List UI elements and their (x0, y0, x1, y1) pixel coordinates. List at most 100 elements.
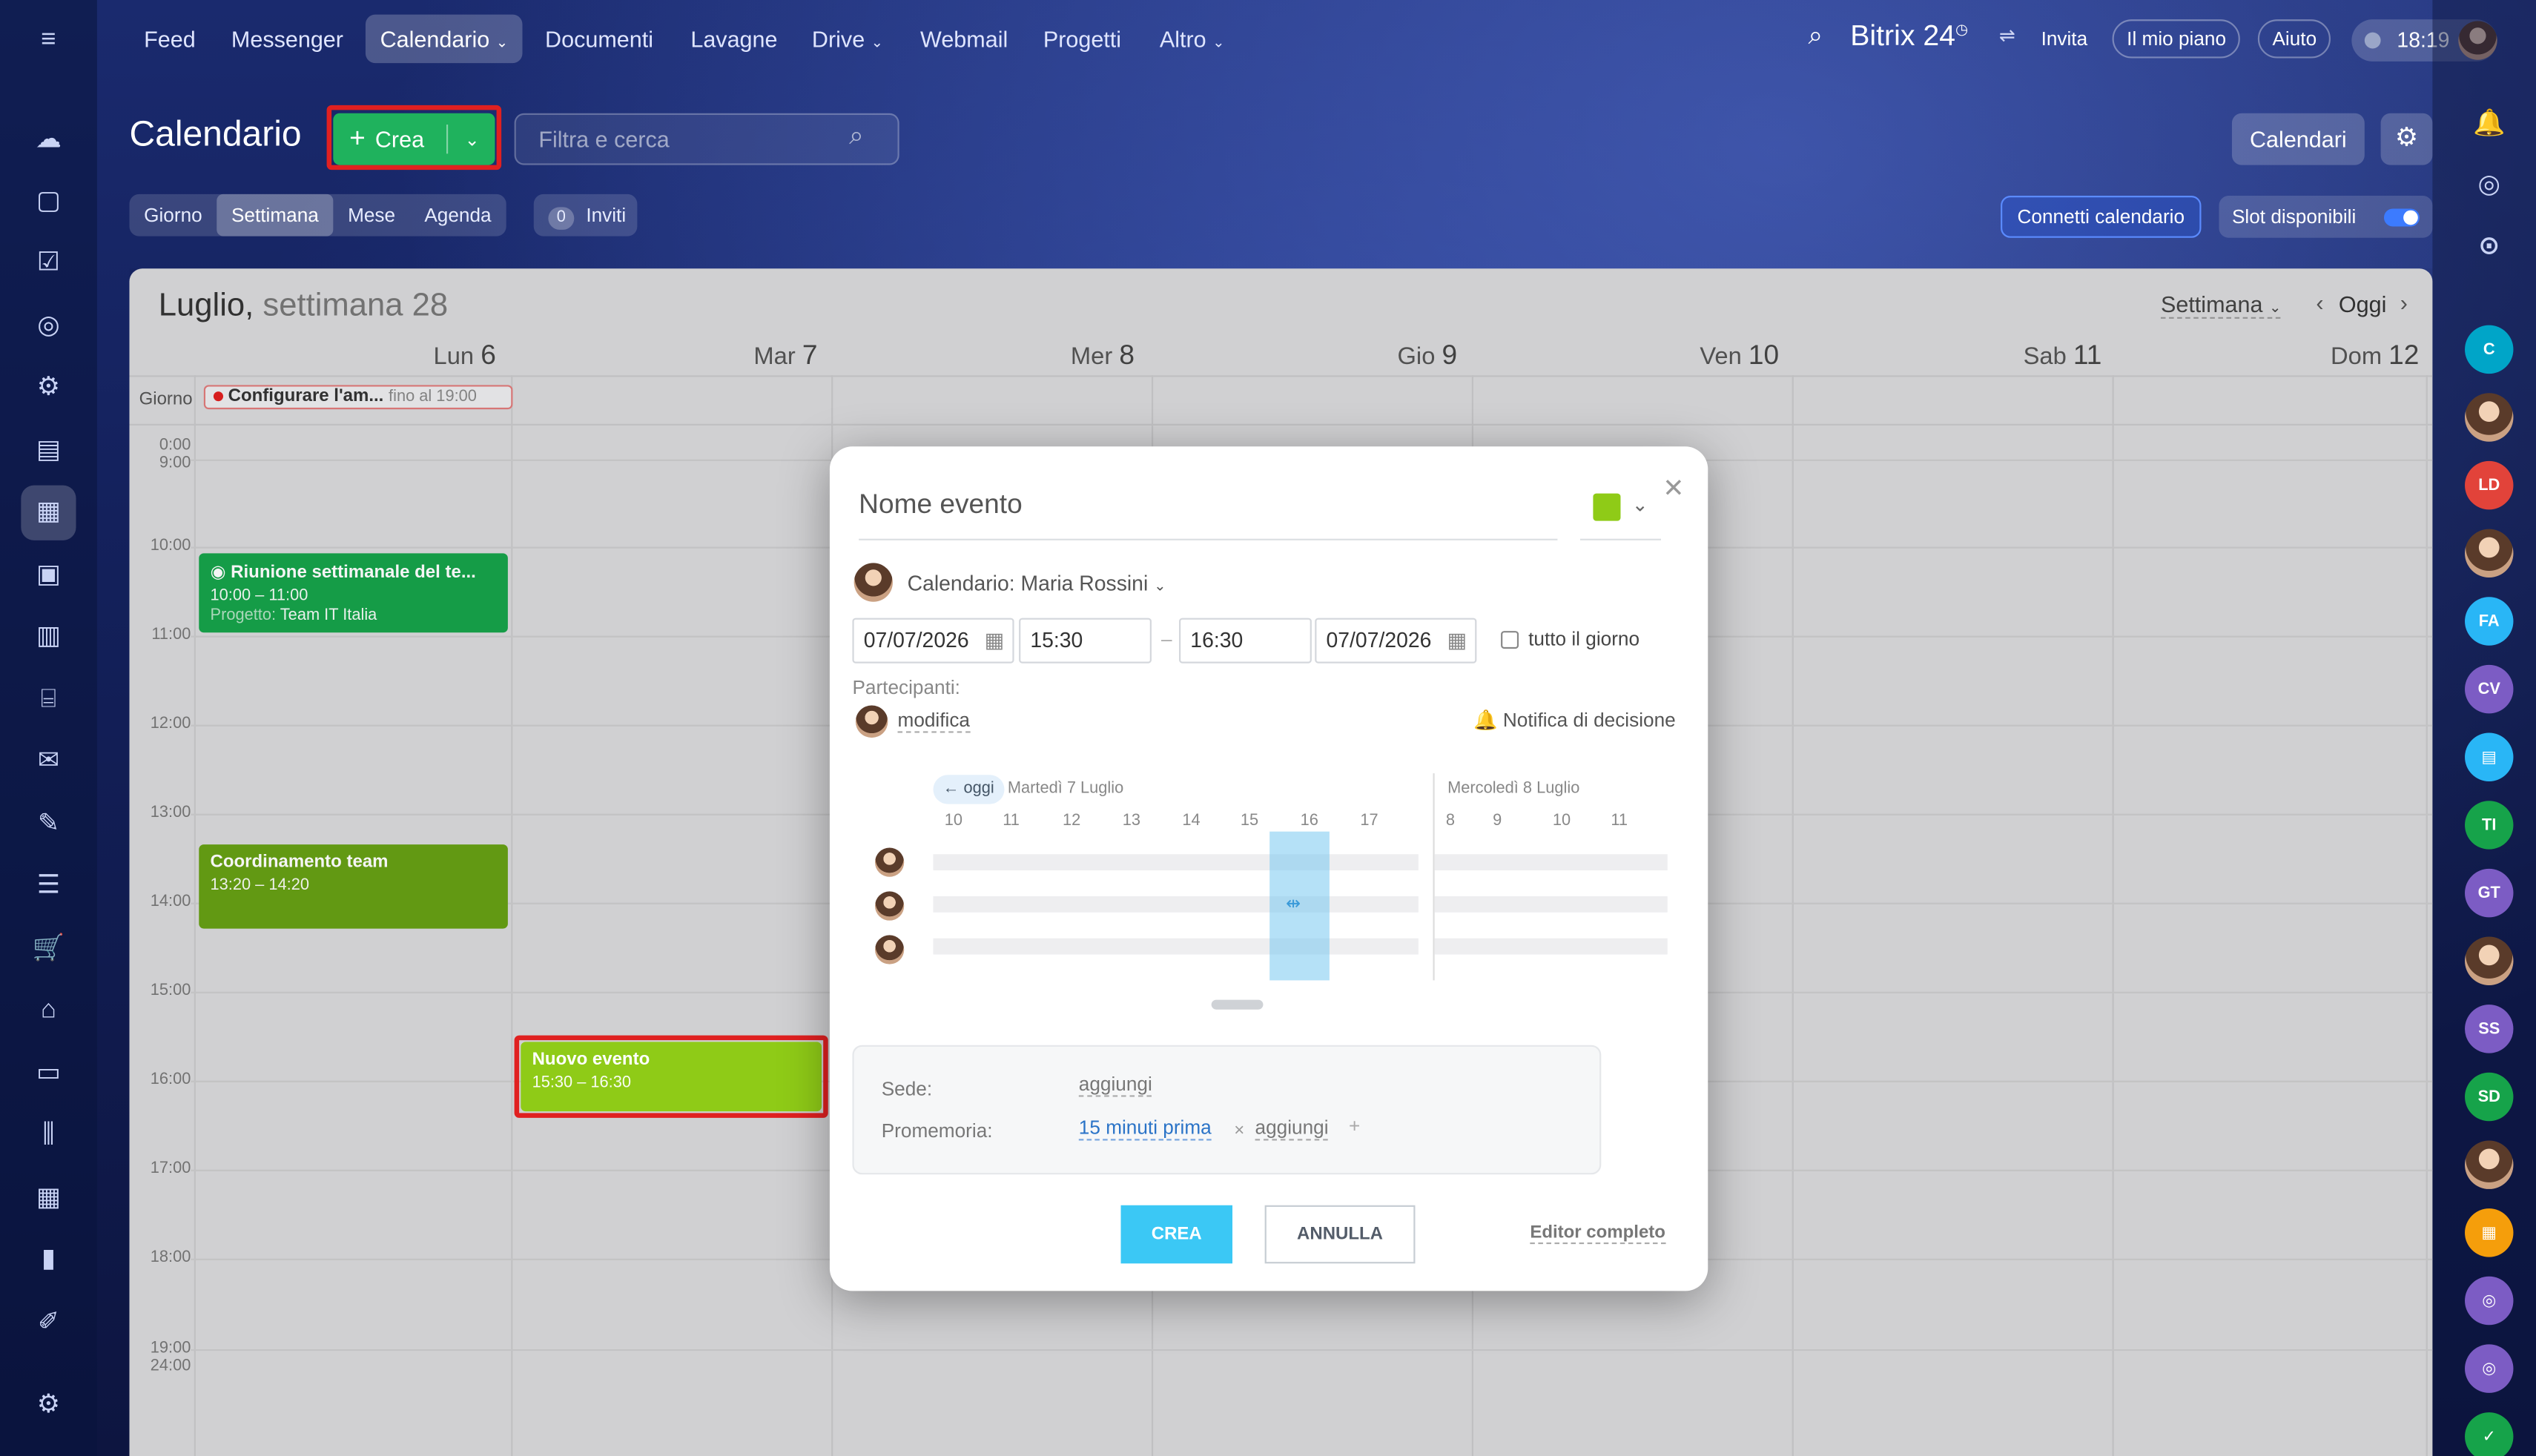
feed-icon[interactable]: ☁ (30, 123, 66, 159)
shop-icon[interactable]: 🛒 (30, 932, 66, 967)
scrollbar-handle[interactable] (1211, 999, 1264, 1010)
nav-calendario[interactable]: Calendario ⌄ (365, 14, 523, 64)
chat-check-icon[interactable]: ✓ (2465, 1412, 2514, 1456)
drag-handle-icon[interactable]: ⇹ (1286, 893, 1301, 914)
date-to-input[interactable]: 07/07/2026 ▦ (1315, 618, 1477, 664)
nav-altro[interactable]: Altro ⌄ (1145, 15, 1239, 63)
chat-fa[interactable]: FA (2465, 597, 2514, 646)
nav-drive[interactable]: Drive ⌄ (797, 15, 897, 63)
plus-icon[interactable]: + (1349, 1115, 1360, 1138)
contacts-icon[interactable]: ▭ (30, 1056, 66, 1092)
chat-avatar-1[interactable] (2465, 393, 2514, 442)
location-add-link[interactable]: aggiungi (1078, 1073, 1152, 1097)
nav-webmail[interactable]: Webmail (905, 15, 1022, 63)
chat-avatar-4[interactable] (2465, 1140, 2514, 1189)
nav-messenger[interactable]: Messenger (217, 15, 357, 63)
analytics-icon[interactable]: ▮ (30, 1242, 66, 1278)
page-title: Calendario (129, 113, 302, 154)
timeline-hour: 17 (1360, 812, 1378, 830)
tab-agenda[interactable]: Agenda (410, 194, 506, 236)
event-nuovo[interactable]: Nuovo evento 15:30 – 16:30 (521, 1042, 822, 1112)
connect-calendar-button[interactable]: Connetti calendario (2001, 196, 2202, 238)
mail-icon[interactable]: ✉ (30, 744, 66, 780)
create-button[interactable]: + Crea ⌄ (333, 113, 495, 165)
help-button[interactable]: Aiuto (2257, 19, 2331, 59)
all-day-checkbox[interactable] (1501, 631, 1519, 649)
schedule-icon[interactable]: ▦ (30, 1181, 66, 1217)
toggle-switch[interactable] (2383, 208, 2420, 227)
chat-avatar-2[interactable] (2465, 529, 2514, 578)
automation-icon[interactable]: ⚙ (30, 371, 66, 406)
tab-settimana[interactable]: Settimana (217, 193, 334, 236)
chat-sd[interactable]: SD (2465, 1072, 2514, 1122)
search-icon[interactable]: ⌕ (849, 123, 864, 152)
today-timeline-button[interactable]: ← oggi (933, 775, 1004, 804)
chat-group-icon[interactable]: ▤ (2465, 732, 2514, 782)
chat-ti[interactable]: TI (2465, 801, 2514, 850)
cancel-button[interactable]: ANNULLA (1264, 1205, 1416, 1264)
library-icon[interactable]: ⫼ (30, 1118, 66, 1154)
time-to-input[interactable]: 16:30 (1179, 618, 1312, 664)
calendars-button[interactable]: Calendari (2231, 113, 2365, 165)
tab-giorno[interactable]: Giorno (129, 194, 217, 236)
bell-icon[interactable]: 🔔 (2465, 99, 2513, 147)
nav-progetti[interactable]: Progetti (1028, 15, 1135, 63)
calendar-icon[interactable]: ▦ (985, 620, 1005, 662)
available-slots-toggle[interactable]: Slot disponibili (2219, 196, 2433, 238)
crm-icon[interactable]: ◎ (30, 309, 66, 345)
remove-reminder-icon[interactable]: × (1234, 1121, 1244, 1140)
filter-icon[interactable]: ☰ (30, 869, 66, 904)
chevron-down-icon[interactable]: ⌄ (465, 128, 480, 150)
chat-copilot2-icon[interactable]: ◎ (2465, 1344, 2514, 1393)
time-from-input[interactable]: 15:30 (1019, 618, 1152, 664)
boards-icon[interactable]: ▣ (30, 558, 66, 594)
date-from-input[interactable]: 07/07/2026 ▦ (852, 618, 1014, 664)
chat-copilot-icon[interactable]: ◎ (2465, 1276, 2514, 1326)
sign-icon[interactable]: ✎ (30, 807, 66, 843)
chat-cv[interactable]: CV (2465, 664, 2514, 714)
invite-link[interactable]: Invita (2031, 21, 2097, 56)
chat-ld[interactable]: LD (2465, 460, 2514, 510)
reminder-add-link[interactable]: aggiungi (1255, 1116, 1329, 1141)
calendar-icon[interactable]: ▦ (1447, 620, 1467, 662)
tab-mese[interactable]: Mese (333, 194, 409, 236)
calendar-icon[interactable]: ▦ (21, 485, 76, 540)
search-input[interactable]: Filtra e cerca (514, 113, 899, 165)
files-icon[interactable]: ▥ (30, 620, 66, 655)
brand-logo: Bitrix 24◷ (1850, 19, 1969, 52)
close-icon[interactable]: ✕ (1662, 472, 1684, 505)
reminder-value[interactable]: 15 minuti prima (1078, 1116, 1212, 1141)
menu-icon[interactable]: ≡ (30, 23, 66, 59)
full-editor-link[interactable]: Editor completo (1530, 1223, 1665, 1245)
event-name-input[interactable]: Nome evento (859, 489, 1558, 540)
chat-calendar-icon[interactable]: ▦ (2465, 1208, 2514, 1257)
color-swatch (1593, 493, 1621, 521)
notify-decision[interactable]: 🔔 Notifica di decisione (1473, 709, 1676, 732)
drive-icon[interactable]: ⌸ (30, 683, 66, 718)
gear-icon[interactable]: ⚙ (2380, 113, 2433, 165)
store-icon[interactable]: ⌂ (30, 993, 66, 1029)
chat-icon[interactable]: ▢ (30, 185, 66, 220)
documents-icon[interactable]: ▤ (30, 434, 66, 469)
invites-button[interactable]: 0 Inviti (533, 193, 638, 236)
timeline-hour: 11 (1003, 812, 1020, 830)
nav-documenti[interactable]: Documenti (530, 15, 667, 63)
nav-lavagne[interactable]: Lavagne (676, 15, 792, 63)
settings-icon[interactable]: ⚙ (30, 1388, 66, 1423)
nav-feed[interactable]: Feed (129, 15, 210, 63)
calendar-selector[interactable]: Calendario: Maria Rossini ⌄ (908, 571, 1166, 595)
chat-avatar-3[interactable] (2465, 936, 2514, 985)
chat-ss[interactable]: SS (2465, 1005, 2514, 1053)
chat-gt[interactable]: GT (2465, 868, 2514, 918)
tasks-icon[interactable]: ☑ (30, 246, 66, 282)
search-icon[interactable]: ⌕ (1808, 23, 1823, 52)
create-event-button[interactable]: CREA (1120, 1205, 1233, 1264)
selected-time-range[interactable]: ⇹ (1269, 831, 1330, 981)
color-picker[interactable]: ⌄ (1579, 489, 1662, 540)
my-plan-button[interactable]: Il mio piano (2112, 19, 2241, 59)
chat-c[interactable]: C (2465, 325, 2514, 374)
copilot-icon[interactable]: ◎ (2465, 160, 2513, 208)
edit-icon[interactable]: ✐ (30, 1306, 66, 1341)
modify-participants-link[interactable]: modifica (897, 709, 970, 733)
chat-search-icon[interactable]: ⊙ (2465, 222, 2513, 270)
